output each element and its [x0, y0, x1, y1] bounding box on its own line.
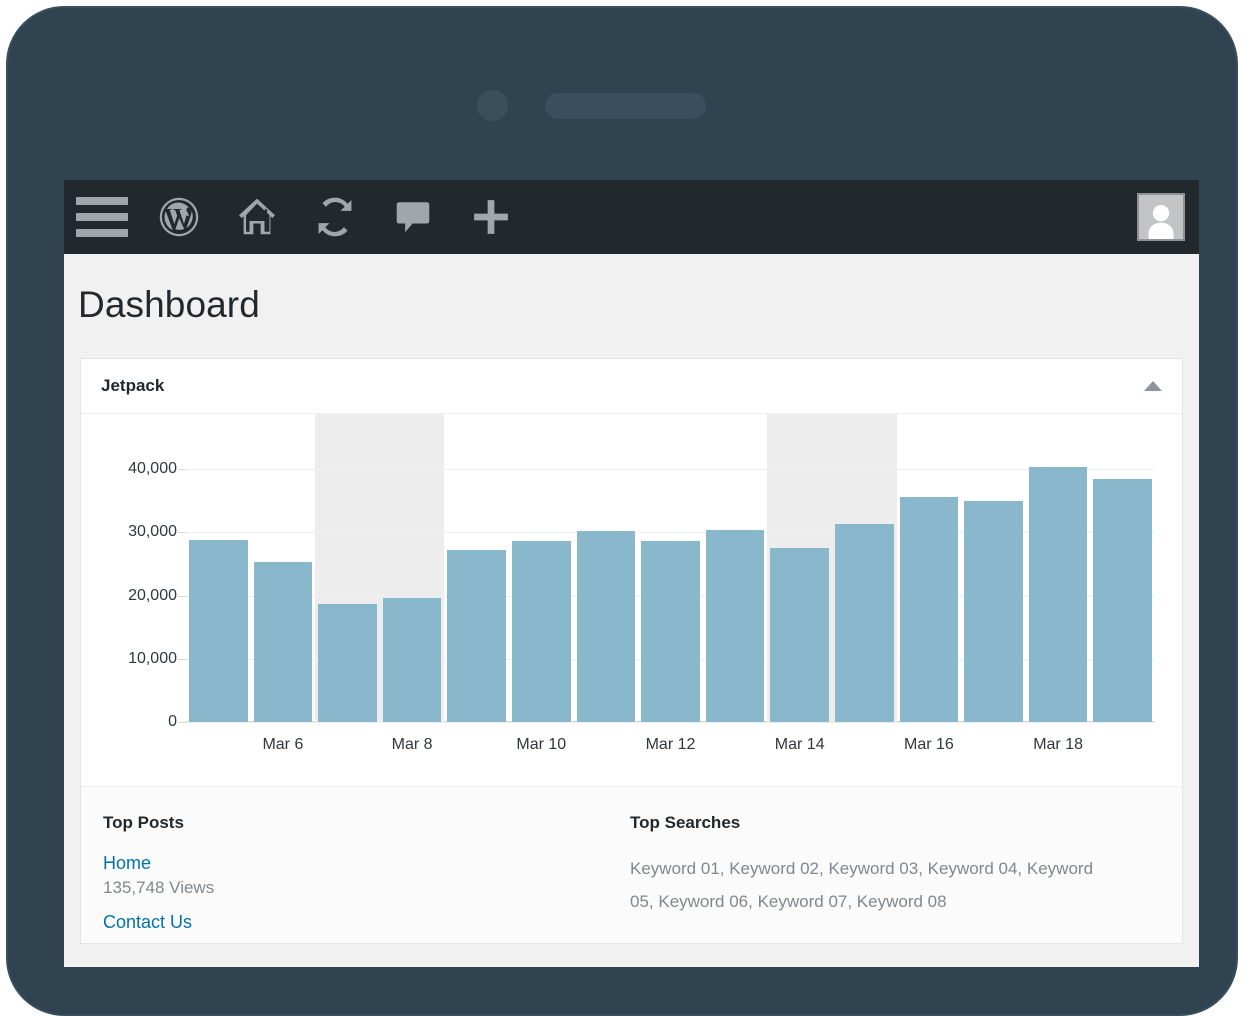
chart-bar[interactable]	[641, 541, 699, 722]
top-post-link[interactable]: Home	[103, 853, 586, 874]
page-title: Dashboard	[64, 254, 1199, 326]
chart-bar[interactable]	[770, 548, 828, 722]
chart-bar[interactable]	[447, 550, 505, 722]
top-post-link[interactable]: Contact Us	[103, 912, 586, 933]
chart-x-tick-label: Mar 16	[904, 736, 954, 754]
chevron-up-icon[interactable]	[1144, 381, 1162, 391]
wp-admin-bar	[64, 180, 1199, 254]
home-icon[interactable]	[218, 180, 296, 254]
stats-chart: 0 10,000 20,000 30,000 40,000 Mar 6 Mar 8 Mar 1…	[81, 414, 1182, 786]
chart-bar[interactable]	[835, 524, 893, 722]
tablet-device-frame: Dashboard Jetpack 0 10,000 20,000 30,000 40,…	[6, 6, 1238, 1016]
chart-bar[interactable]	[1029, 467, 1087, 722]
chart-x-tick-label: Mar 18	[1033, 736, 1083, 754]
chart-x-tick-label: Mar 6	[262, 736, 303, 754]
chart-tick-mark	[178, 469, 186, 470]
chart-y-tick-label: 10,000	[128, 650, 177, 668]
chart-bar[interactable]	[189, 540, 247, 722]
chart-tick-mark	[178, 532, 186, 533]
top-searches-column: Top Searches Keyword 01, Keyword 02, Key…	[608, 813, 1182, 943]
chart-y-tick-label: 40,000	[128, 460, 177, 478]
device-screen: Dashboard Jetpack 0 10,000 20,000 30,000 40,…	[64, 180, 1199, 967]
chart-bar[interactable]	[254, 562, 312, 722]
user-avatar-icon[interactable]	[1137, 193, 1185, 241]
chart-bar[interactable]	[318, 604, 376, 722]
camera-dot-icon	[477, 90, 508, 121]
chart-bar[interactable]	[383, 598, 441, 722]
plus-icon[interactable]	[452, 180, 530, 254]
chart-tick-mark	[178, 722, 186, 723]
chart-gridline	[186, 722, 1155, 723]
top-posts-column: Top Posts Home 135,748 Views Contact Us	[81, 813, 608, 943]
chart-bar[interactable]	[1093, 479, 1151, 722]
chart-bar[interactable]	[512, 541, 570, 722]
refresh-icon[interactable]	[296, 180, 374, 254]
top-searches-keywords: Keyword 01, Keyword 02, Keyword 03, Keyw…	[630, 853, 1100, 918]
top-posts-list: Home 135,748 Views Contact Us	[103, 853, 586, 933]
chart-bar[interactable]	[900, 497, 958, 722]
chart-x-tick-label: Mar 8	[392, 736, 433, 754]
chart-bar[interactable]	[577, 531, 635, 722]
top-post-views: 135,748 Views	[103, 878, 586, 898]
chart-tick-mark	[178, 659, 186, 660]
jetpack-panel: Jetpack 0 10,000 20,000 30,000 40,000 Mar 6 Ma…	[80, 358, 1183, 944]
chart-x-tick-label: Mar 14	[775, 736, 825, 754]
speaker-grille-icon	[545, 93, 706, 119]
chart-plot-area: 010,00020,00030,00040,000Mar 6Mar 8Mar 1…	[186, 444, 1155, 722]
chart-y-tick-label: 20,000	[128, 587, 177, 605]
chart-y-tick-label: 30,000	[128, 523, 177, 541]
chart-gridline	[186, 469, 1155, 470]
panel-header: Jetpack	[81, 359, 1182, 414]
panel-title: Jetpack	[101, 376, 164, 396]
chart-tick-mark	[178, 596, 186, 597]
chart-x-tick-label: Mar 10	[516, 736, 566, 754]
chart-y-tick-label: 0	[168, 713, 177, 731]
wordpress-logo-icon[interactable]	[140, 180, 218, 254]
panel-footer: Top Posts Home 135,748 Views Contact Us To…	[81, 786, 1182, 943]
top-searches-heading: Top Searches	[630, 813, 1160, 833]
hamburger-menu-icon[interactable]	[64, 180, 140, 254]
comment-icon[interactable]	[374, 180, 452, 254]
top-posts-heading: Top Posts	[103, 813, 586, 833]
chart-bar[interactable]	[706, 530, 764, 722]
chart-x-tick-label: Mar 12	[646, 736, 696, 754]
chart-bar[interactable]	[964, 501, 1022, 722]
